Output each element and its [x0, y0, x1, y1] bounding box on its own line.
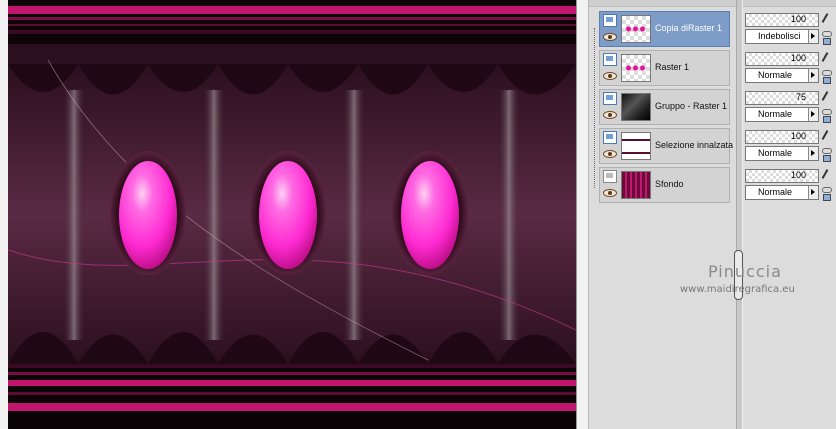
canvas-scroll-edge	[576, 0, 585, 429]
brush-icon[interactable]	[821, 130, 829, 142]
layer-props-copia-diraster-1: 100 Indebolisci	[745, 11, 836, 47]
layer-row-copia-diraster-1[interactable]: Copia diRaster 1	[599, 11, 730, 47]
blend-mode-dropdown[interactable]: Normale	[745, 107, 819, 122]
layer-tree-line	[594, 28, 596, 188]
image-canvas-area[interactable]	[0, 0, 588, 429]
pink-egg-center	[259, 161, 317, 269]
blend-mode-dropdown[interactable]: Normale	[745, 185, 819, 200]
layer-props-gruppo-raster-1: 75 Normale	[745, 89, 836, 125]
layer-row-selezione-innalzata[interactable]: Selezione innalzata	[599, 128, 734, 164]
blend-mode-dropdown[interactable]: Normale	[745, 146, 819, 161]
dropdown-arrow-icon	[808, 69, 818, 82]
brush-icon[interactable]	[821, 91, 829, 103]
layer-thumbnail	[621, 171, 651, 199]
opacity-slider[interactable]: 100	[745, 169, 819, 183]
layer-thumbnail	[621, 15, 651, 43]
raster-layer-icon	[603, 14, 617, 27]
link-icon[interactable]	[822, 109, 832, 115]
brush-icon[interactable]	[821, 13, 829, 25]
raster-layer-icon	[603, 53, 617, 66]
visibility-eye-icon[interactable]	[603, 72, 617, 80]
visibility-eye-icon[interactable]	[603, 189, 617, 197]
background-layer-icon	[603, 170, 617, 183]
blend-mode-dropdown[interactable]: Normale	[745, 68, 819, 83]
layer-thumbnail	[621, 54, 651, 82]
artwork-image	[8, 0, 576, 429]
visibility-eye-icon[interactable]	[603, 150, 617, 158]
layers-panel: Copia diRaster 1 100 Indebolisci Raster …	[588, 0, 836, 429]
layer-name: Raster 1	[655, 62, 690, 72]
raster-layer-icon	[603, 131, 617, 144]
layer-props-raster-1: 100 Normale	[745, 50, 836, 86]
splitter-grip-handle[interactable]	[734, 250, 743, 300]
lock-icon[interactable]	[823, 116, 831, 123]
layer-row-raster-1[interactable]: Raster 1	[599, 50, 730, 86]
visibility-eye-icon[interactable]	[603, 111, 617, 119]
lock-icon[interactable]	[823, 155, 831, 162]
link-icon[interactable]	[822, 187, 832, 193]
layer-props-selezione-innalzata: 100 Normale	[745, 128, 836, 164]
layer-name: Selezione innalzata	[655, 140, 734, 150]
layer-row-gruppo-raster-1[interactable]: Gruppo - Raster 1	[599, 89, 730, 125]
dropdown-arrow-icon	[808, 147, 818, 160]
layer-row-sfondo[interactable]: Sfondo	[599, 167, 730, 203]
brush-icon[interactable]	[821, 169, 829, 181]
layer-name: Gruppo - Raster 1	[655, 101, 728, 111]
visibility-eye-icon[interactable]	[603, 33, 617, 41]
link-icon[interactable]	[822, 70, 832, 76]
panel-toolbar	[589, 0, 836, 7]
brush-icon[interactable]	[821, 52, 829, 64]
dropdown-arrow-icon	[808, 108, 818, 121]
lock-icon[interactable]	[823, 77, 831, 84]
opacity-slider[interactable]: 75	[745, 91, 819, 105]
layer-name: Sfondo	[655, 179, 684, 189]
pink-egg-left	[119, 161, 177, 269]
group-layer-icon	[603, 92, 617, 105]
opacity-slider[interactable]: 100	[745, 52, 819, 66]
dropdown-arrow-icon	[808, 186, 818, 199]
lock-icon[interactable]	[823, 38, 831, 45]
layer-thumbnail	[621, 93, 651, 121]
lock-icon[interactable]	[823, 194, 831, 201]
opacity-slider[interactable]: 100	[745, 130, 819, 144]
opacity-slider[interactable]: 100	[745, 13, 819, 27]
dropdown-arrow-icon	[808, 30, 818, 43]
layer-props-sfondo: 100 Normale	[745, 167, 836, 203]
panel-splitter[interactable]	[736, 0, 743, 429]
pink-egg-right	[401, 161, 459, 269]
link-icon[interactable]	[822, 31, 832, 37]
layer-name: Copia diRaster 1	[655, 23, 723, 33]
link-icon[interactable]	[822, 148, 832, 154]
blend-mode-dropdown[interactable]: Indebolisci	[745, 29, 819, 44]
layer-thumbnail	[621, 132, 651, 160]
